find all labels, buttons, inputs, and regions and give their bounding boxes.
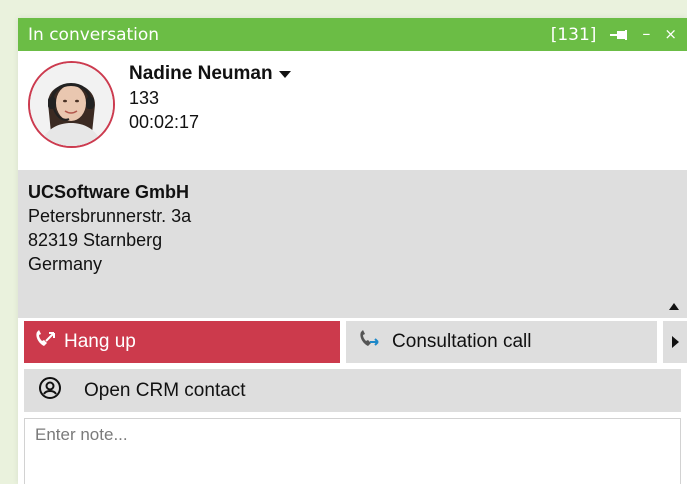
caller-name: Nadine Neuman — [129, 63, 273, 84]
caller-panel: Nadine Neuman 133 00:02:17 — [18, 51, 687, 170]
minimize-button[interactable]: – — [642, 25, 650, 42]
user-circle-icon — [38, 376, 62, 406]
window-title: In conversation — [28, 24, 160, 45]
chevron-down-icon — [278, 63, 291, 85]
title-bar: In conversation [131] – × — [18, 18, 687, 51]
avatar — [28, 61, 115, 148]
pin-icon[interactable] — [610, 28, 628, 42]
conversation-window: In conversation [131] – × Nadine Neuman … — [18, 18, 687, 484]
close-button[interactable]: × — [664, 27, 677, 42]
caller-extension: 133 — [129, 88, 160, 108]
call-count: [131] — [550, 24, 597, 45]
company-city: 82319 Starnberg — [28, 230, 163, 250]
note-area — [24, 418, 681, 484]
title-bar-controls: [131] – × — [551, 25, 677, 45]
company-country: Germany — [28, 254, 103, 274]
hang-up-button[interactable]: Hang up — [24, 321, 341, 363]
note-input[interactable] — [35, 425, 670, 445]
consultation-call-button[interactable]: Consultation call — [346, 321, 658, 363]
company-panel: UCSoftware GmbH Petersbrunnerstr. 3a 823… — [18, 170, 687, 318]
call-duration: 00:02:17 — [129, 112, 200, 132]
chevron-right-icon — [671, 336, 679, 348]
collapse-icon[interactable] — [669, 303, 679, 310]
caller-name-dropdown[interactable]: Nadine Neuman — [129, 63, 291, 85]
company-name: UCSoftware GmbH — [28, 182, 190, 202]
company-street: Petersbrunnerstr. 3a — [28, 206, 192, 226]
hang-up-label: Hang up — [64, 331, 136, 352]
more-actions-button[interactable] — [663, 321, 687, 363]
call-actions: Hang up Consultation call — [18, 321, 687, 363]
consultation-call-label: Consultation call — [392, 331, 532, 352]
hang-up-icon — [34, 329, 56, 355]
caller-info: Nadine Neuman 133 00:02:17 — [129, 61, 291, 133]
open-crm-contact-label: Open CRM contact — [84, 379, 246, 401]
open-crm-contact-button[interactable]: Open CRM contact — [24, 369, 681, 412]
consultation-call-icon — [358, 329, 382, 355]
